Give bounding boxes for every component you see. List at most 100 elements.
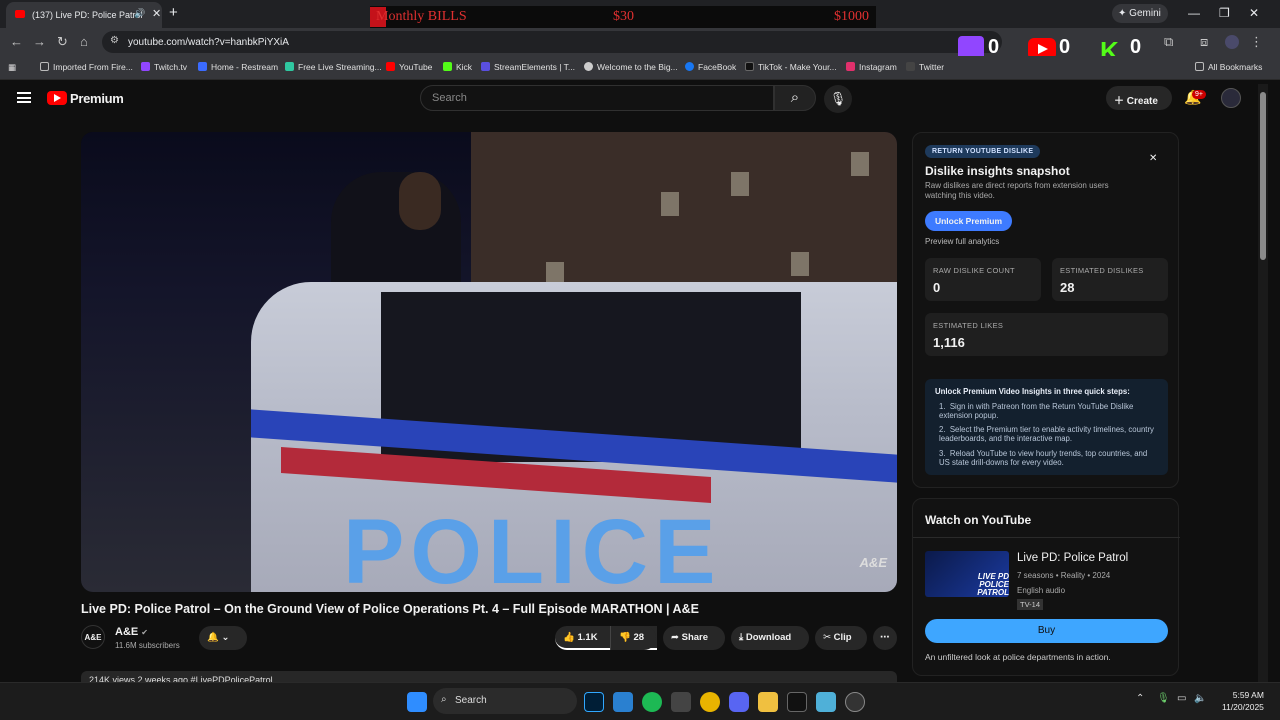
- scene-window: [731, 172, 749, 196]
- home-icon[interactable]: ⌂: [80, 34, 88, 49]
- volume-icon[interactable]: 🔈: [1194, 693, 1206, 704]
- bookmark-2[interactable]: Home - Restream: [198, 62, 278, 72]
- windows-taskbar: ⌕ Search ⌃ 🎙 ▭ 🔈 5:59 AM 11/20/2025: [0, 682, 1280, 720]
- forward-icon[interactable]: →: [33, 34, 46, 49]
- subscription-bell-button[interactable]: 🔔 ⌄: [199, 626, 247, 650]
- preview-analytics-link[interactable]: Preview full analytics: [925, 237, 999, 246]
- cast-icon[interactable]: ⧉: [1164, 34, 1173, 50]
- start-menu-icon[interactable]: [407, 692, 427, 712]
- search-input[interactable]: Search: [420, 85, 774, 111]
- page-scrollbar[interactable]: [1258, 84, 1268, 682]
- youtube-premium-brand[interactable]: Premium: [70, 91, 124, 106]
- bookmark-label: Twitter: [919, 62, 945, 72]
- estimated-likes-value: 1,116: [933, 335, 965, 350]
- youtube-logo-icon[interactable]: [47, 91, 67, 105]
- photoshop-icon[interactable]: [584, 692, 604, 712]
- chrome-icon[interactable]: [700, 692, 720, 712]
- more-horizontal-icon: ⋯: [880, 632, 890, 643]
- bookmark-3[interactable]: Free Live Streaming...: [285, 62, 382, 72]
- bills-overlay: Monthly BILLS $30 $1000: [370, 6, 876, 28]
- reload-icon[interactable]: ↻: [57, 34, 68, 50]
- obs-icon[interactable]: [671, 692, 691, 712]
- browser-tab[interactable]: (137) Live PD: Police Patrol 🔊 ✕: [6, 2, 162, 28]
- gemini-label: Gemini: [1129, 8, 1161, 19]
- user-avatar[interactable]: [1221, 88, 1241, 108]
- hamburger-menu-icon[interactable]: [17, 92, 31, 103]
- bookmark-1[interactable]: Twitch.tv: [141, 62, 187, 72]
- taskbar-search[interactable]: ⌕ Search: [433, 688, 577, 714]
- search-button[interactable]: ⌕: [774, 85, 816, 111]
- share-button[interactable]: ➦ Share: [663, 626, 725, 650]
- bookmark-0[interactable]: Imported From Fire...: [40, 62, 133, 72]
- voice-search-button[interactable]: 🎙: [824, 85, 852, 113]
- network-icon[interactable]: ▭: [1177, 693, 1186, 704]
- address-toolbar: ← → ↻ ⌂ ⚙ youtube.com/watch?v=hanbkPiYXi…: [0, 28, 1280, 56]
- folder-icon: [40, 62, 49, 71]
- all-bookmarks[interactable]: All Bookmarks: [1195, 62, 1262, 72]
- minimize-icon[interactable]: —: [1188, 6, 1200, 20]
- close-icon[interactable]: ✕: [1149, 153, 1157, 164]
- channel-name[interactable]: A&E ✔: [115, 626, 148, 638]
- discord-icon[interactable]: [729, 692, 749, 712]
- bookmark-4[interactable]: YouTube: [386, 62, 432, 72]
- panel-title: Dislike insights snapshot: [925, 164, 1070, 178]
- url-text[interactable]: youtube.com/watch?v=hanbkPiYXiA: [128, 37, 289, 48]
- tab-close-icon[interactable]: ✕: [152, 7, 161, 20]
- back-icon[interactable]: ←: [10, 34, 23, 49]
- maximize-icon[interactable]: ❐: [1219, 6, 1230, 20]
- bookmark-label: YouTube: [399, 62, 433, 72]
- app-icon[interactable]: [845, 692, 865, 712]
- show-meta: 7 seasons • Reality • 2024: [1017, 571, 1111, 580]
- buy-button[interactable]: Buy: [925, 619, 1168, 643]
- thumbs-down-icon: 👎: [619, 632, 631, 643]
- channel-avatar[interactable]: A&E: [81, 625, 105, 649]
- more-actions-button[interactable]: ⋯: [873, 626, 897, 650]
- bookmark-10[interactable]: Instagram: [846, 62, 897, 72]
- bookmark-9[interactable]: TikTok - Make Your...: [745, 62, 837, 72]
- chrome-menu-icon[interactable]: ⋮: [1250, 34, 1263, 50]
- bookmark-6[interactable]: StreamElements | T...: [481, 62, 575, 72]
- spotify-icon[interactable]: [642, 692, 662, 712]
- share-label: Share: [681, 632, 709, 643]
- microphone-tray-icon[interactable]: 🎙: [1157, 693, 1170, 704]
- raw-dislike-value: 0: [933, 280, 941, 295]
- estimated-dislikes-label: ESTIMATED DISLIKES: [1060, 266, 1144, 275]
- verified-icon: ✔: [141, 628, 148, 637]
- bookmark-8[interactable]: FaceBook: [685, 62, 736, 72]
- dislike-button[interactable]: 👎 28: [610, 626, 656, 650]
- tray-chevron-icon[interactable]: ⌃: [1136, 693, 1144, 704]
- site-info-icon[interactable]: ⚙: [110, 35, 119, 46]
- speaker-icon[interactable]: 🔊: [134, 8, 145, 19]
- clip-button[interactable]: ✂ Clip: [815, 626, 867, 650]
- all-bookmarks-label: All Bookmarks: [1208, 62, 1263, 72]
- extensions-icon[interactable]: ⧈: [1200, 34, 1208, 50]
- step-text: Select the Premium tier to enable activi…: [939, 425, 1154, 443]
- taskbar-clock[interactable]: 5:59 AM 11/20/2025: [1222, 689, 1264, 713]
- bookmark-11[interactable]: Twitter: [906, 62, 944, 72]
- omnibox[interactable]: ⚙ youtube.com/watch?v=hanbkPiYXiA: [102, 31, 1002, 53]
- gemini-button[interactable]: ✦ Gemini: [1112, 4, 1168, 23]
- create-button[interactable]: ＋ Create: [1106, 86, 1172, 110]
- unlock-premium-button[interactable]: Unlock Premium: [925, 211, 1012, 231]
- watch-heading: Watch on YouTube: [925, 513, 1032, 527]
- bookmark-5[interactable]: Kick: [443, 62, 472, 72]
- video-player[interactable]: POLICE A&E: [81, 132, 897, 592]
- profile-avatar[interactable]: [1225, 35, 1239, 49]
- show-title[interactable]: Live PD: Police Patrol: [1017, 552, 1128, 564]
- apps-grid-icon[interactable]: ▦: [8, 62, 16, 73]
- window-close-icon[interactable]: ✕: [1249, 6, 1259, 20]
- bookmark-7[interactable]: Welcome to the Big...: [584, 62, 678, 72]
- new-tab-button[interactable]: +: [169, 4, 178, 21]
- photos-icon[interactable]: [613, 692, 633, 712]
- estimated-dislikes-value: 28: [1060, 280, 1075, 295]
- step-text: Sign in with Patreon from the Return You…: [939, 402, 1134, 420]
- download-icon: ⤓: [739, 632, 744, 643]
- scene-police-text: POLICE: [343, 501, 722, 592]
- scrollbar-thumb[interactable]: [1260, 92, 1266, 260]
- divider: [913, 537, 1180, 538]
- download-button[interactable]: ⤓ Download: [731, 626, 809, 650]
- notepad-icon[interactable]: [816, 692, 836, 712]
- show-thumbnail[interactable]: LIVE PD POLICE PATROL: [925, 551, 1009, 597]
- stream-deck-icon[interactable]: [787, 692, 807, 712]
- file-explorer-icon[interactable]: [758, 692, 778, 712]
